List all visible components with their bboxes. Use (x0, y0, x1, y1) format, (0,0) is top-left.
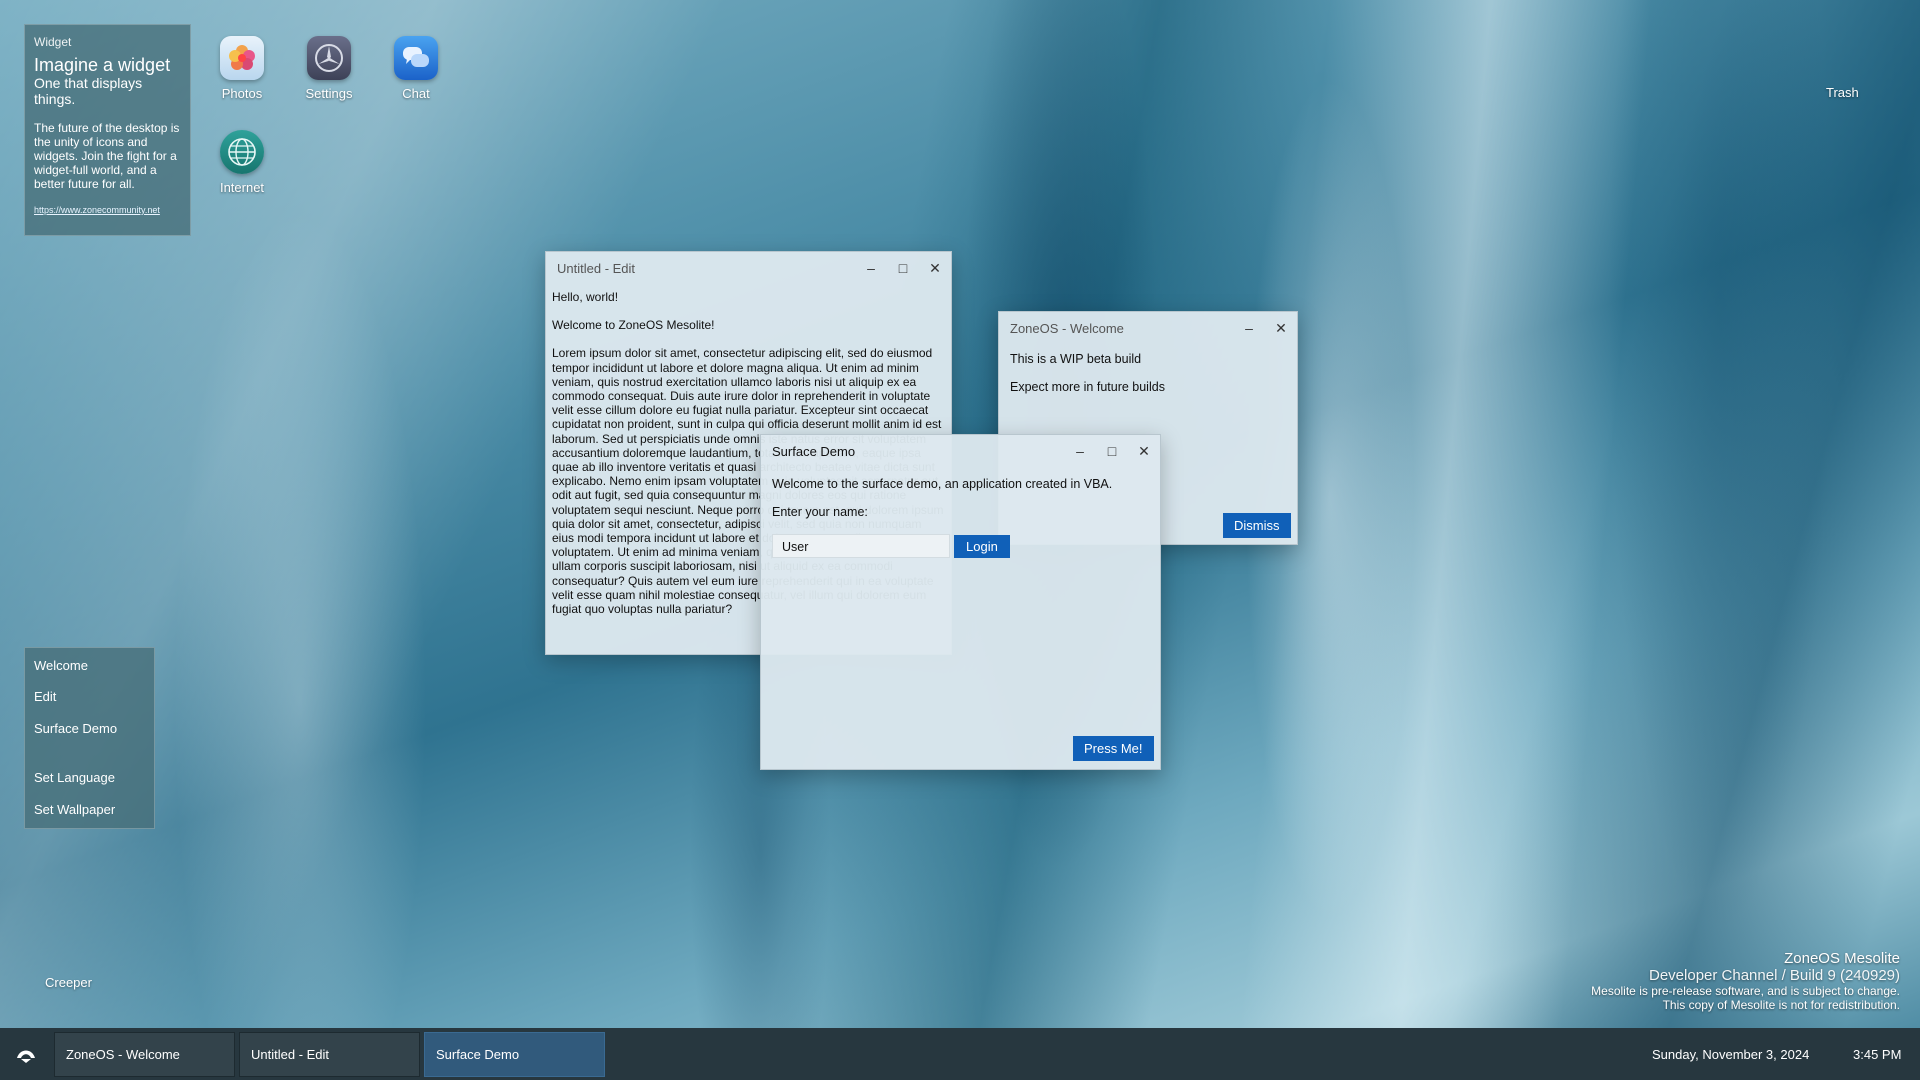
press-me-button[interactable]: Press Me! (1073, 736, 1154, 761)
desktop-icon-label: Internet (219, 180, 265, 195)
chat-icon (394, 36, 438, 80)
watermark-product: ZoneOS Mesolite (1784, 950, 1900, 967)
edit-line-2: Welcome to ZoneOS Mesolite! (552, 318, 715, 333)
dismiss-button[interactable]: Dismiss (1223, 513, 1291, 538)
settings-icon (307, 36, 351, 80)
desktop-icon-label: Chat (402, 86, 430, 101)
menu-item-set-wallpaper[interactable]: Set Wallpaper (34, 802, 115, 817)
desktop-icon-photos[interactable]: Photos (202, 36, 282, 101)
edit-window-title: Untitled - Edit (557, 260, 636, 276)
watermark-note-2: This copy of Mesolite is not for redistr… (1662, 998, 1900, 1012)
start-logo-icon (17, 1050, 35, 1063)
build-watermark: ZoneOS Mesolite Developer Channel / Buil… (1591, 950, 1900, 1012)
taskbar-time[interactable]: 3:45 PM (1853, 1047, 1901, 1062)
welcome-titlebar[interactable]: ZoneOS - Welcome – ✕ (999, 312, 1297, 344)
desktop-icon-settings[interactable]: Settings (289, 36, 369, 101)
watermark-channel: Developer Channel / Build 9 (240929) (1649, 967, 1900, 984)
menu-item-set-language[interactable]: Set Language (34, 770, 115, 785)
edit-titlebar[interactable]: Untitled - Edit – □ ✕ (546, 252, 951, 284)
taskbar-item-welcome[interactable]: ZoneOS - Welcome (54, 1032, 235, 1077)
welcome-line-1: This is a WIP beta build (1010, 352, 1142, 366)
minimize-icon[interactable]: – (855, 252, 887, 284)
globe-icon (220, 130, 264, 174)
widget-body: The future of the desktop is the unity o… (34, 121, 180, 191)
close-icon[interactable]: ✕ (1265, 312, 1297, 344)
minimize-icon[interactable]: – (1233, 312, 1265, 344)
surface-demo-window: Surface Demo – □ ✕ Welcome to the surfac… (760, 434, 1161, 770)
surface-window-title: Surface Demo (772, 443, 856, 459)
name-input[interactable]: User (772, 534, 950, 558)
maximize-icon[interactable]: □ (1096, 435, 1128, 467)
widget-title: Imagine a widget (34, 55, 171, 75)
menu-item-welcome[interactable]: Welcome (34, 658, 88, 673)
desktop-icon-label: Settings (305, 86, 353, 101)
close-icon[interactable]: ✕ (919, 252, 951, 284)
welcome-line-2: Expect more in future builds (1010, 380, 1165, 394)
widget-header: Widget (34, 35, 72, 49)
edit-line-1: Hello, world! (552, 290, 619, 304)
start-button[interactable] (14, 1042, 38, 1066)
desktop-icon-label: Photos (221, 86, 263, 101)
widget-subtitle: One that displays things. (34, 75, 143, 107)
taskbar-item-edit[interactable]: Untitled - Edit (239, 1032, 420, 1077)
welcome-window-title: ZoneOS - Welcome (1010, 320, 1124, 336)
taskbar-date[interactable]: Sunday, November 3, 2024 (1652, 1047, 1809, 1062)
minimize-icon[interactable]: – (1064, 435, 1096, 467)
trash-icon-label[interactable]: Trash (1826, 85, 1859, 100)
widget-link[interactable]: https://www.zonecommunity.net (34, 205, 181, 215)
watermark-note-1: Mesolite is pre-release software, and is… (1591, 984, 1900, 998)
close-icon[interactable]: ✕ (1128, 435, 1160, 467)
login-button[interactable]: Login (954, 535, 1010, 558)
menu-item-surface-demo[interactable]: Surface Demo (34, 721, 117, 736)
surface-intro-text: Welcome to the surface demo, an applicat… (772, 477, 1113, 491)
taskbar-item-surface-demo[interactable]: Surface Demo (424, 1032, 605, 1077)
maximize-icon[interactable]: □ (887, 252, 919, 284)
menu-item-edit[interactable]: Edit (34, 689, 56, 704)
name-prompt-label: Enter your name: (772, 505, 868, 519)
desktop-icon-internet[interactable]: Internet (202, 130, 282, 195)
photos-icon (220, 36, 264, 80)
creeper-label[interactable]: Creeper (45, 975, 92, 990)
surface-titlebar[interactable]: Surface Demo – □ ✕ (761, 435, 1160, 467)
taskbar: ZoneOS - Welcome Untitled - Edit Surface… (0, 1028, 1920, 1080)
widget-panel: Widget Imagine a widget One that display… (24, 24, 191, 236)
side-menu: Welcome Edit Surface Demo Set Language S… (24, 647, 155, 829)
desktop-icon-chat[interactable]: Chat (376, 36, 456, 101)
